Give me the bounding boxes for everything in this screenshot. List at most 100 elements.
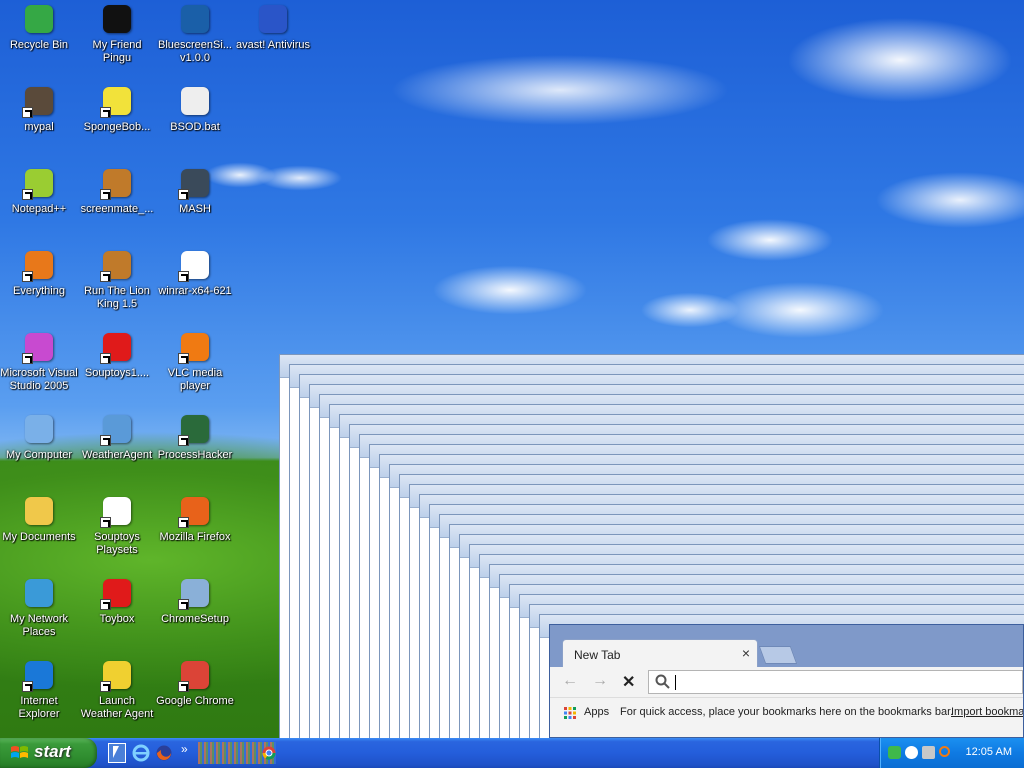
desktop-icon-label: Everything xyxy=(13,285,65,297)
bookmarks-hint: For quick access, place your bookmarks h… xyxy=(620,706,954,718)
shortcut-arrow-icon xyxy=(178,681,189,692)
desktop-icon[interactable]: Launch Weather Agent xyxy=(78,658,156,721)
avast-icon-shape xyxy=(259,5,287,33)
desktop-icon[interactable]: Souptoys Playsets xyxy=(78,494,156,557)
desktop-icon[interactable]: Mozilla Firefox xyxy=(156,494,234,544)
shortcut-arrow-icon xyxy=(178,517,189,528)
tray-icon-search[interactable] xyxy=(939,746,950,757)
chrome-window[interactable]: New Tab × ← → ✕ Apps For quick access, p… xyxy=(549,624,1024,738)
folder-icon-shape xyxy=(25,497,53,525)
shortcut-arrow-icon xyxy=(22,353,33,364)
desktop-icon[interactable]: Google Chrome xyxy=(156,658,234,708)
desktop-icon[interactable]: avast! Antivirus xyxy=(234,2,312,52)
desktop-icon-label: Microsoft Visual Studio 2005 xyxy=(0,367,78,392)
desktop-icon[interactable]: winrar-x64-621 xyxy=(156,248,234,298)
windows-logo-icon xyxy=(11,746,28,758)
desktop-icon-label: WeatherAgent xyxy=(81,449,153,461)
text-cursor xyxy=(675,675,676,690)
shortcut-arrow-icon xyxy=(100,107,111,118)
tray-icon-network[interactable] xyxy=(922,746,935,759)
sad-face-icon xyxy=(178,2,212,36)
clock[interactable]: 12:05 AM xyxy=(966,746,1012,758)
shortcut-arrow-icon xyxy=(22,107,33,118)
tray-icon-phone[interactable] xyxy=(905,746,918,759)
desktop-icon[interactable]: Recycle Bin xyxy=(0,2,78,52)
desktop-icon[interactable]: Internet Explorer xyxy=(0,658,78,721)
omnibox[interactable] xyxy=(648,670,1023,694)
desktop-icon-label: My Network Places xyxy=(9,613,69,638)
shortcut-arrow-icon xyxy=(100,681,111,692)
desktop-icon[interactable]: My Documents xyxy=(0,494,78,544)
desktop-icon[interactable]: mypal xyxy=(0,84,78,134)
desktop-icon[interactable]: Microsoft Visual Studio 2005 xyxy=(0,330,78,393)
penguin-icon xyxy=(100,2,134,36)
internet-explorer-quicklaunch-icon[interactable] xyxy=(132,744,150,762)
desktop-icon[interactable]: screenmate_... xyxy=(78,166,156,216)
firefox-quicklaunch-icon[interactable] xyxy=(155,744,173,762)
window-icon xyxy=(178,248,212,282)
shortcut-arrow-icon xyxy=(100,435,111,446)
taskbar: start » 12:05 AM xyxy=(0,738,1024,768)
desktop-icon[interactable]: My Friend Pingu xyxy=(78,2,156,65)
system-tray: 12:05 AM xyxy=(879,738,1024,768)
network-icon-shape xyxy=(25,579,53,607)
desktop-icon[interactable]: My Computer xyxy=(0,412,78,462)
desktop[interactable]: Recycle Bin My Friend Pingu BluescreenSi..… xyxy=(0,0,1024,738)
vlc-cone-icon xyxy=(178,330,212,364)
shortcut-arrow-icon xyxy=(100,599,111,610)
tab-new-tab[interactable]: New Tab × xyxy=(562,639,758,667)
apps-grid-icon[interactable] xyxy=(564,707,576,719)
desktop-icon-label: Run The Lion King 1.5 xyxy=(84,285,150,310)
shortcut-arrow-icon xyxy=(178,353,189,364)
desktop-icon-label: My Documents xyxy=(2,531,76,543)
desktop-icon-label: ProcessHacker xyxy=(157,449,233,461)
shortcut-arrow-icon xyxy=(178,189,189,200)
shortcut-arrow-icon xyxy=(22,271,33,282)
desktop-icon[interactable]: WeatherAgent xyxy=(78,412,156,462)
desktop-icon[interactable]: SpongeBob... xyxy=(78,84,156,134)
new-tab-button[interactable] xyxy=(758,646,798,664)
desktop-icon[interactable]: Souptoys1.... xyxy=(78,330,156,380)
import-bookmarks-link[interactable]: Import bookmarks... xyxy=(951,706,1023,718)
chrome-taskbar-icon[interactable] xyxy=(262,746,276,760)
process-hacker-icon xyxy=(178,412,212,446)
desktop-icon[interactable]: ChromeSetup xyxy=(156,576,234,626)
desktop-icon[interactable]: Everything xyxy=(0,248,78,298)
weather-agent-icon xyxy=(100,658,134,692)
desktop-icon-label: screenmate_... xyxy=(80,203,154,215)
desktop-icon-label: Launch Weather Agent xyxy=(80,695,154,720)
desktop-icon-label: SpongeBob... xyxy=(83,121,151,133)
forward-icon[interactable]: → xyxy=(592,672,608,690)
desktop-icon[interactable]: Notepad++ xyxy=(0,166,78,216)
souptoys-icon xyxy=(100,330,134,364)
desktop-icon[interactable]: ProcessHacker xyxy=(156,412,234,462)
batch-file-icon xyxy=(178,84,212,118)
desktop-icon[interactable]: MASH xyxy=(156,166,234,216)
weather-icon xyxy=(100,412,134,446)
quick-launch-show-desktop[interactable] xyxy=(108,743,126,763)
window-icon xyxy=(100,494,134,528)
start-button[interactable]: start xyxy=(0,738,97,768)
quicklaunch-overflow-icon[interactable]: » xyxy=(181,742,188,756)
desktop-icon[interactable]: BluescreenSi... v1.0.0 xyxy=(156,2,234,65)
desktop-icon[interactable]: Toybox xyxy=(78,576,156,626)
tray-icon-shield[interactable] xyxy=(888,746,901,759)
desktop-icon-label: avast! Antivirus xyxy=(236,39,310,51)
desktop-icon-label: mypal xyxy=(24,121,54,133)
desktop-icon[interactable]: My Network Places xyxy=(0,576,78,639)
desktop-icon-label: Souptoys1.... xyxy=(84,367,150,379)
desktop-icon[interactable]: VLC media player xyxy=(156,330,234,393)
souptoys-icon xyxy=(100,576,134,610)
apps-link[interactable]: Apps xyxy=(584,706,609,718)
desktop-icon[interactable]: Run The Lion King 1.5 xyxy=(78,248,156,311)
shortcut-arrow-icon xyxy=(22,681,33,692)
notepad-icon xyxy=(22,166,56,200)
tab-close-icon[interactable]: × xyxy=(742,645,750,661)
helicopter-icon xyxy=(178,166,212,200)
desktop-icon[interactable]: BSOD.bat xyxy=(156,84,234,134)
back-icon[interactable]: ← xyxy=(562,672,578,690)
stop-icon[interactable]: ✕ xyxy=(622,672,635,692)
avast-icon xyxy=(256,2,290,36)
firefox-icon xyxy=(178,494,212,528)
desktop-icon-label: winrar-x64-621 xyxy=(158,285,232,297)
